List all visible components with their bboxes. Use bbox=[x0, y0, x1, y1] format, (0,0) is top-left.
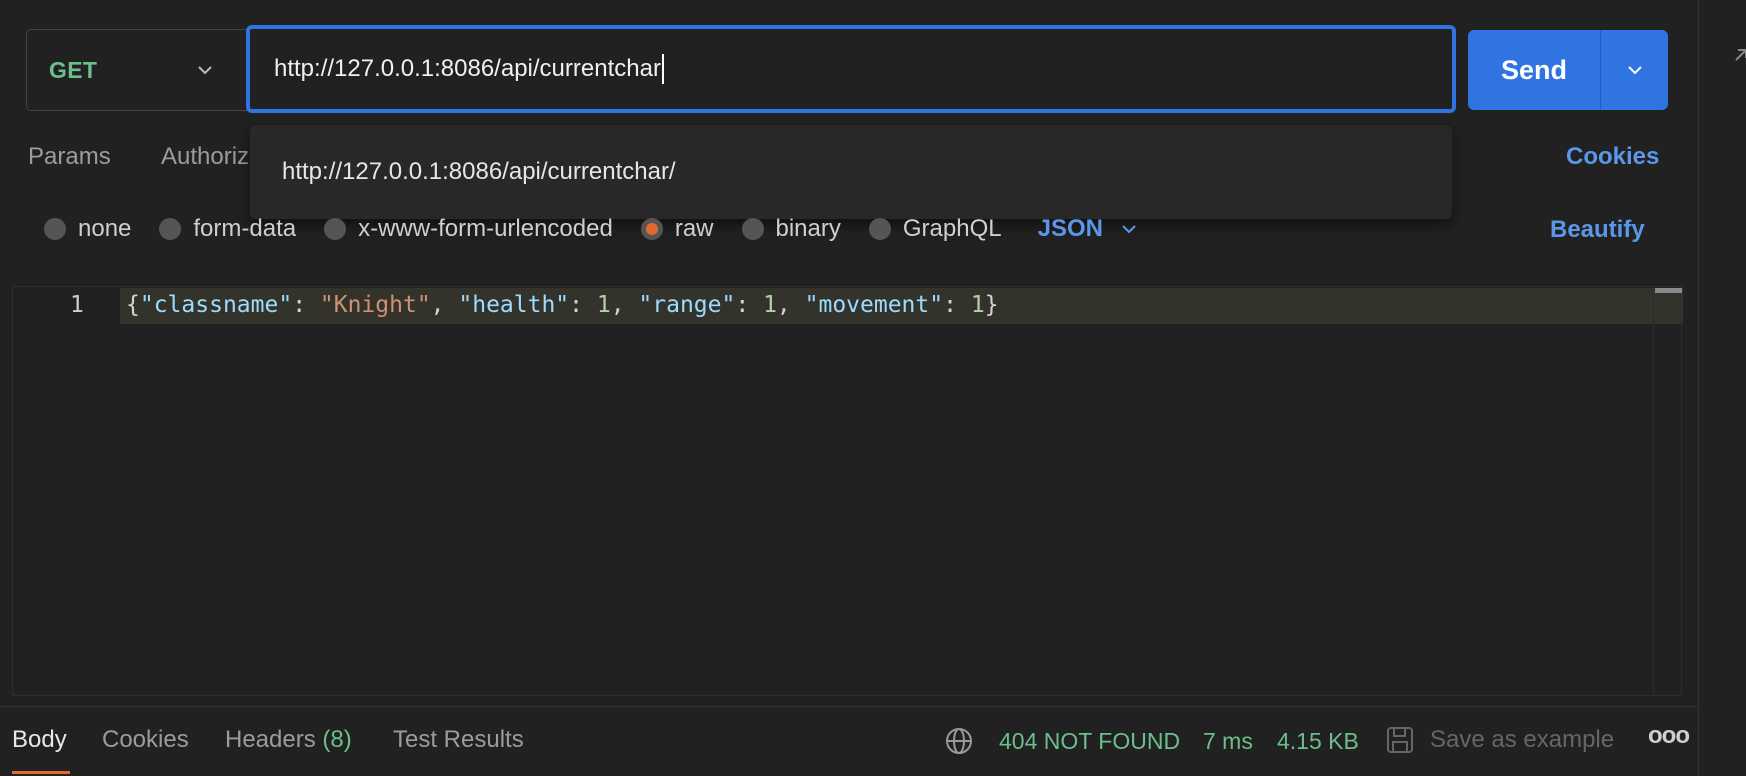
code-token: "movement" bbox=[804, 292, 944, 318]
code-token: } bbox=[984, 292, 999, 318]
code-token: { bbox=[126, 292, 140, 318]
code-token: , bbox=[430, 292, 459, 318]
radio-label: x-www-form-urlencoded bbox=[358, 215, 613, 242]
more-options-button[interactable]: ooo bbox=[1648, 722, 1690, 750]
code-line[interactable]: {"classname": "Knight", "health": 1, "ra… bbox=[126, 292, 999, 318]
code-token: "Knight" bbox=[319, 292, 431, 318]
method-label: GET bbox=[49, 56, 98, 83]
url-suggestion-text: http://127.0.0.1:8086/api/currentchar/ bbox=[282, 158, 676, 185]
status-code[interactable]: 404 NOT FOUND bbox=[999, 728, 1180, 755]
line-number: 1 bbox=[70, 292, 84, 318]
code-token: : bbox=[735, 292, 764, 318]
editor-scroll-track bbox=[1653, 292, 1654, 694]
radio-label: raw bbox=[674, 215, 714, 242]
send-options-button[interactable] bbox=[1601, 30, 1668, 110]
radio-graphql[interactable]: GraphQL bbox=[868, 215, 1002, 243]
format-select[interactable]: JSON bbox=[1038, 215, 1139, 243]
code-token: 1 bbox=[763, 292, 777, 318]
radio-dot-selected bbox=[640, 218, 663, 240]
globe-icon[interactable] bbox=[945, 727, 973, 755]
tab-authorization[interactable]: Authoriz bbox=[161, 143, 249, 171]
radio-urlencoded[interactable]: x-www-form-urlencoded bbox=[324, 215, 613, 243]
radio-raw[interactable]: raw bbox=[640, 215, 714, 243]
editor-scrollbar[interactable] bbox=[1655, 288, 1682, 293]
response-tab-body[interactable]: Body bbox=[12, 726, 67, 754]
radio-label: none bbox=[78, 215, 132, 242]
cookies-link[interactable]: Cookies bbox=[1566, 143, 1659, 171]
body-type-options: none form-data x-www-form-urlencoded raw… bbox=[44, 214, 1139, 244]
send-button-group: Send bbox=[1468, 30, 1668, 110]
code-token: "health" bbox=[458, 292, 570, 318]
radio-label: GraphQL bbox=[902, 215, 1002, 242]
url-text: http://127.0.0.1:8086/api/currentchar bbox=[274, 55, 661, 82]
active-tab-indicator bbox=[12, 771, 70, 774]
method-select[interactable]: GET bbox=[26, 29, 251, 111]
code-token: : bbox=[943, 292, 971, 318]
radio-none[interactable]: none bbox=[44, 215, 131, 243]
response-tab-headers[interactable]: Headers (8) bbox=[225, 726, 352, 754]
headers-label: Headers bbox=[225, 726, 316, 753]
code-token: "classname" bbox=[139, 292, 293, 318]
save-icon bbox=[1387, 727, 1413, 753]
radio-dot bbox=[159, 218, 182, 240]
code-token: , bbox=[610, 292, 639, 318]
panel-divider bbox=[1698, 0, 1699, 776]
chevron-down-icon bbox=[1627, 66, 1642, 75]
format-label: JSON bbox=[1037, 215, 1103, 242]
radio-label: binary bbox=[775, 215, 841, 242]
code-token: "range" bbox=[638, 292, 736, 318]
response-tab-cookies[interactable]: Cookies bbox=[102, 726, 189, 754]
code-token: : bbox=[569, 292, 597, 318]
collapse-icon[interactable] bbox=[1734, 48, 1746, 70]
code-token: 1 bbox=[970, 292, 985, 318]
text-caret bbox=[661, 54, 664, 84]
tab-params[interactable]: Params bbox=[28, 143, 111, 171]
response-time[interactable]: 7 ms bbox=[1203, 728, 1253, 755]
response-divider bbox=[0, 706, 1698, 707]
send-label: Send bbox=[1500, 54, 1567, 85]
radio-label: form-data bbox=[193, 215, 297, 242]
beautify-button[interactable]: Beautify bbox=[1550, 216, 1645, 244]
headers-count: (8) bbox=[322, 726, 352, 753]
code-token: : bbox=[292, 292, 320, 318]
response-tab-test-results[interactable]: Test Results bbox=[393, 726, 524, 754]
radio-form-data[interactable]: form-data bbox=[159, 215, 296, 243]
chevron-down-icon bbox=[1122, 225, 1136, 234]
send-button[interactable]: Send bbox=[1468, 30, 1601, 110]
url-suggestion[interactable]: http://127.0.0.1:8086/api/currentchar/ bbox=[250, 125, 1452, 219]
code-editor[interactable] bbox=[12, 286, 1682, 696]
chevron-down-icon bbox=[198, 66, 212, 75]
response-size[interactable]: 4.15 KB bbox=[1277, 728, 1359, 755]
radio-dot bbox=[324, 218, 347, 240]
code-token: 1 bbox=[596, 292, 611, 318]
radio-dot bbox=[44, 218, 66, 240]
code-token: , bbox=[776, 292, 805, 318]
radio-binary[interactable]: binary bbox=[741, 215, 841, 243]
radio-dot bbox=[868, 218, 891, 240]
radio-dot bbox=[741, 218, 764, 240]
save-as-example-button[interactable]: Save as example bbox=[1430, 726, 1614, 754]
url-input[interactable]: http://127.0.0.1:8086/api/currentchar bbox=[246, 25, 1456, 113]
